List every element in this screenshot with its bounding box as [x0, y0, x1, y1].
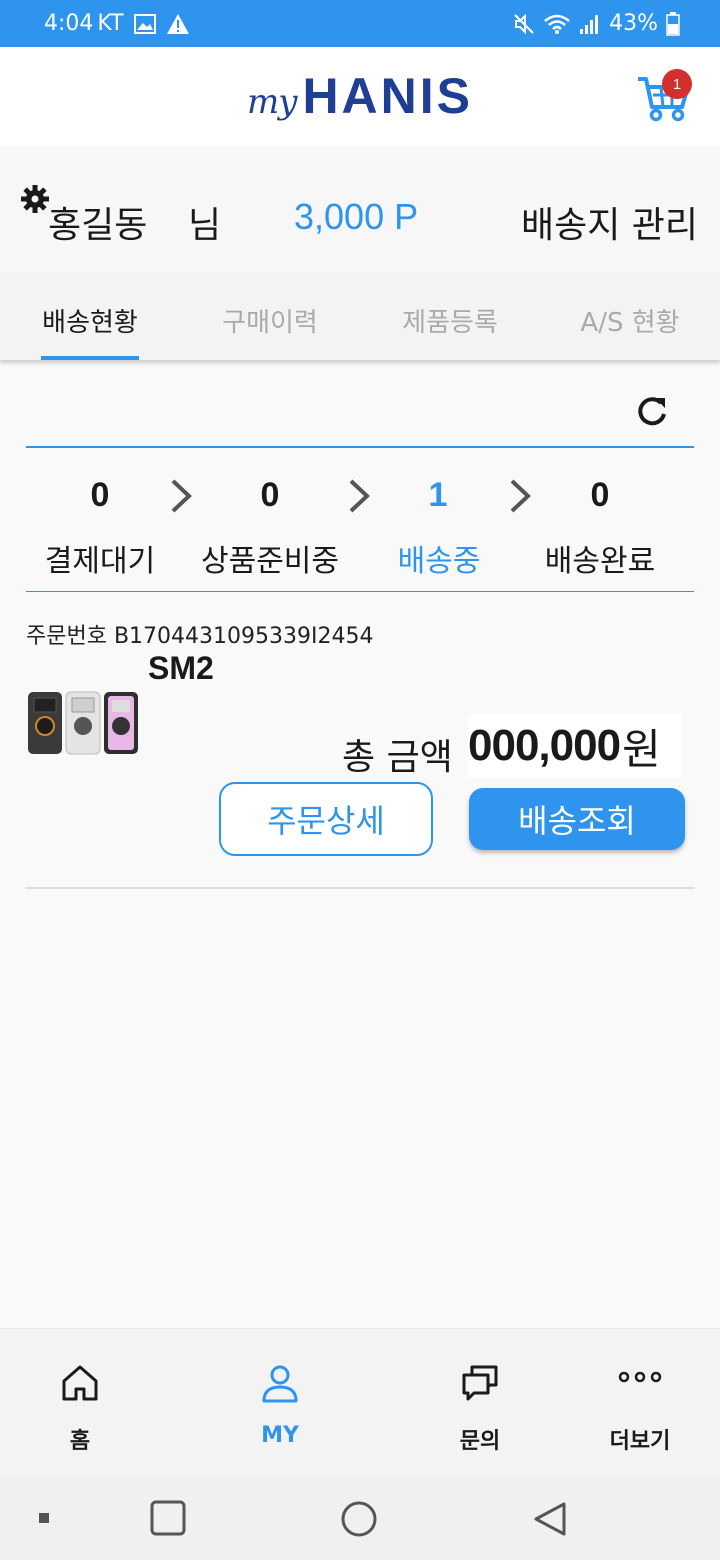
- status-time: 4:04: [44, 11, 94, 36]
- app-header: my HANIS 1: [0, 47, 720, 145]
- status-carrier: KT: [97, 11, 124, 36]
- step-count-preparing: 0: [260, 476, 280, 514]
- cart-button[interactable]: 1: [636, 69, 692, 125]
- gallery-icon: [133, 13, 156, 34]
- nav-inquiry-label: 문의: [459, 1429, 501, 1454]
- total-amount: 000,000 원: [468, 714, 682, 778]
- battery-icon: [666, 11, 680, 36]
- step-label-preparing: 상품준비중: [201, 544, 339, 579]
- tab-product-registration[interactable]: 제품등록: [360, 272, 540, 360]
- status-bar: 4:04 KT 43%: [0, 0, 720, 47]
- tab-active-indicator: [41, 356, 139, 360]
- nav-more-label: 더보기: [609, 1429, 671, 1454]
- nav-inquiry[interactable]: 문의: [420, 1349, 540, 1455]
- tab-delivery-status[interactable]: 배송현황: [0, 272, 180, 360]
- hanis-logo[interactable]: my HANIS: [247, 67, 473, 125]
- total-amount-unit: 원: [622, 724, 661, 774]
- tab-label: A/S 현황: [580, 308, 680, 338]
- user-name: 홍길동: [48, 205, 148, 246]
- home-button-icon[interactable]: [340, 1500, 378, 1538]
- total-amount-label: 총 금액: [342, 737, 453, 778]
- home-icon: [62, 1365, 98, 1401]
- divider: [26, 591, 694, 592]
- order-detail-label: 주문상세: [267, 802, 385, 840]
- track-delivery-label: 배송조회: [518, 802, 636, 840]
- nav-more[interactable]: 더보기: [580, 1349, 700, 1455]
- tab-label: 구매이력: [222, 308, 318, 338]
- tab-label: 제품등록: [402, 308, 498, 338]
- address-manage-link[interactable]: 배송지 관리: [521, 196, 698, 248]
- mute-icon: [513, 13, 535, 35]
- product-name: SM2: [148, 650, 214, 686]
- back-icon[interactable]: [532, 1500, 568, 1538]
- system-nav-bar: [0, 1476, 720, 1560]
- nav-dot-icon[interactable]: [38, 1512, 50, 1524]
- signal-icon: [579, 13, 601, 35]
- recent-apps-icon[interactable]: [150, 1500, 186, 1536]
- nav-my[interactable]: MY: [220, 1349, 340, 1448]
- total-amount-value: 000,000: [468, 721, 621, 770]
- nav-home-label: 홈: [69, 1429, 91, 1454]
- track-delivery-button[interactable]: 배송조회: [469, 788, 685, 850]
- logo-my: my: [246, 82, 297, 122]
- person-icon: [262, 1365, 298, 1403]
- logo-brand: HANIS: [302, 68, 474, 124]
- tab-purchase-history[interactable]: 구매이력: [180, 272, 360, 360]
- warning-icon: [166, 13, 190, 35]
- more-icon: [618, 1371, 662, 1383]
- order-detail-button[interactable]: 주문상세: [219, 782, 433, 856]
- tab-as-status[interactable]: A/S 현황: [540, 272, 720, 360]
- divider: [26, 887, 694, 889]
- step-count-shipping: 1: [428, 476, 448, 514]
- wifi-icon: [543, 13, 571, 35]
- user-points: 3,000 P: [294, 196, 419, 237]
- user-honorific: 님: [188, 205, 222, 246]
- order-number: 주문번호 B17044310953​39I2454: [26, 624, 374, 649]
- chevron-right-icon: [510, 479, 531, 513]
- refresh-icon[interactable]: [634, 394, 670, 430]
- product-image: [28, 691, 138, 755]
- cart-count-badge: 1: [662, 69, 692, 99]
- step-label-delivered: 배송완료: [544, 544, 656, 579]
- chevron-right-icon: [171, 479, 192, 513]
- chat-icon: [462, 1365, 498, 1401]
- gear-icon[interactable]: [20, 184, 50, 214]
- nav-home[interactable]: 홈: [20, 1349, 140, 1455]
- step-label-shipping: 배송중: [397, 544, 481, 579]
- chevron-right-icon: [349, 479, 370, 513]
- step-label-payment: 결제대기: [44, 544, 156, 579]
- order-tabs: 배송현황 구매이력 제품등록 A/S 현황: [0, 272, 720, 360]
- bottom-nav: 홈 MY 문의 더보기: [0, 1328, 720, 1476]
- step-count-delivered: 0: [590, 476, 610, 514]
- step-count-payment: 0: [90, 476, 110, 514]
- nav-my-label: MY: [261, 1423, 299, 1448]
- battery-percent: 43%: [609, 11, 658, 36]
- divider: [26, 446, 694, 448]
- tab-label: 배송현황: [42, 308, 138, 338]
